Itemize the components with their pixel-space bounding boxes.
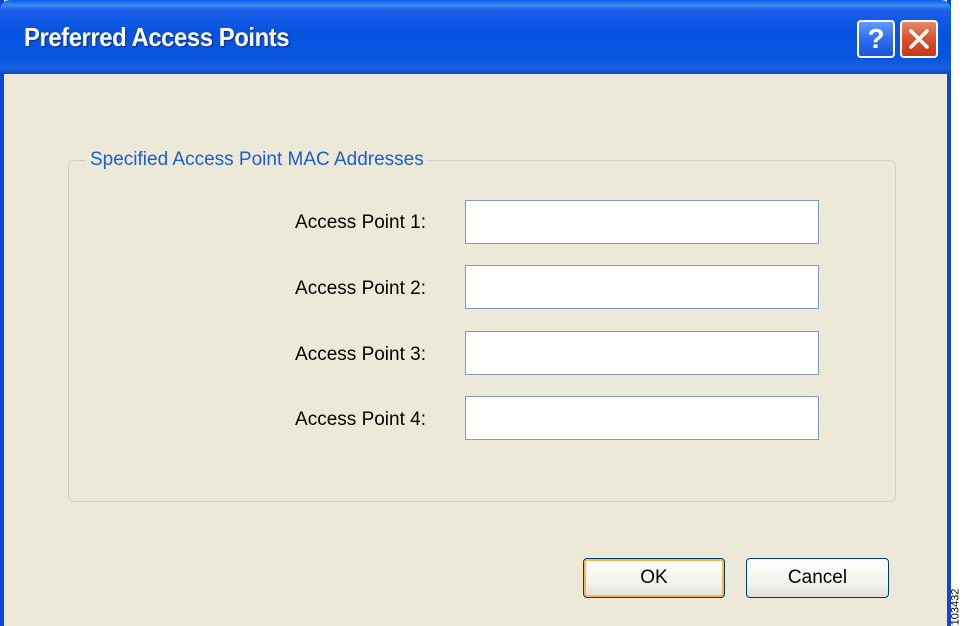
title-bar[interactable]: Preferred Access Points ? [0,0,951,74]
close-button[interactable] [900,20,938,58]
cancel-button[interactable]: Cancel [746,558,889,598]
access-point-3-input[interactable] [465,331,819,375]
close-x-icon [909,29,929,49]
cancel-button-label: Cancel [787,567,848,588]
access-point-4-input[interactable] [465,396,819,440]
access-point-4-label: Access Point 4: [295,409,426,430]
access-point-2-input[interactable] [465,265,819,309]
window-title: Preferred Access Points [24,22,290,52]
ok-button-label: OK [640,567,668,588]
access-point-3-label: Access Point 3: [295,344,426,365]
access-point-1-label: Access Point 1: [295,212,426,233]
figure-id-label: 103432 [951,585,963,626]
ok-button[interactable]: OK [583,558,725,598]
groupbox-legend: Specified Access Point MAC Addresses [86,149,428,171]
figure-id-text: 103432 [951,588,962,626]
question-mark-icon: ? [867,23,885,54]
access-point-2-label: Access Point 2: [295,278,426,299]
access-point-1-input[interactable] [465,200,819,244]
help-button[interactable]: ? [857,20,895,58]
